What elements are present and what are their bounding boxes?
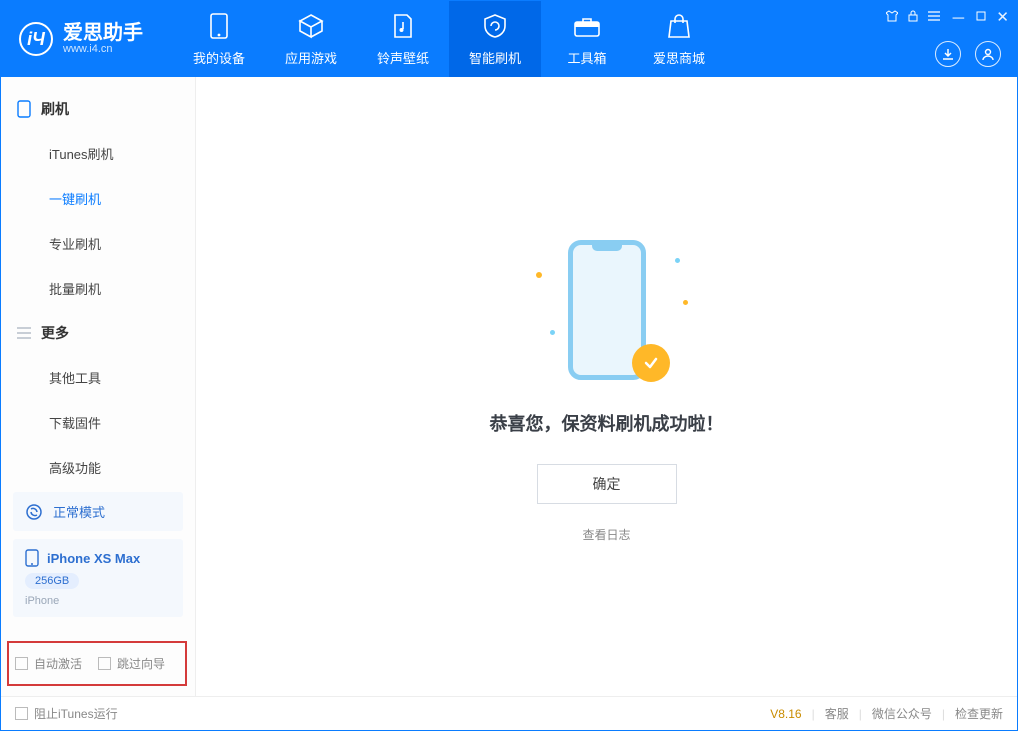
checkbox-icon	[15, 707, 28, 720]
bag-icon	[667, 12, 691, 40]
brand-site: www.i4.cn	[63, 43, 143, 55]
nav-label: 我的设备	[193, 48, 245, 67]
sidebar-item-download-firmware[interactable]: 下载固件	[39, 400, 195, 445]
success-illustration	[522, 230, 692, 390]
sidebar-section-flash[interactable]: 刷机	[1, 87, 195, 131]
minimize-button[interactable]: －	[950, 5, 966, 29]
highlight-checkbox-group: 自动激活 跳过向导	[7, 641, 187, 686]
top-nav-group: 我的设备 应用游戏 铃声壁纸 智能刷机 工具箱	[173, 1, 725, 77]
lock-icon[interactable]	[908, 10, 918, 25]
device-card[interactable]: iPhone XS Max 256GB iPhone	[13, 539, 183, 617]
header-action-buttons	[935, 41, 1001, 67]
user-button[interactable]	[975, 41, 1001, 67]
section-title: 刷机	[41, 99, 69, 119]
maximize-button[interactable]	[976, 10, 986, 24]
nav-ringtone[interactable]: 铃声壁纸	[357, 1, 449, 77]
device-name: iPhone XS Max	[47, 551, 140, 566]
nav-label: 智能刷机	[469, 48, 521, 67]
checkbox-label: 跳过向导	[117, 655, 165, 672]
sidebar: 刷机 iTunes刷机 一键刷机 专业刷机 批量刷机 更多 其他工具 下载固件 …	[1, 77, 196, 696]
sidebar-section-more[interactable]: 更多	[1, 311, 195, 355]
device-outline-icon	[17, 100, 31, 118]
checkbox-label: 阻止iTunes运行	[34, 705, 118, 722]
checkbox-icon	[98, 657, 111, 670]
nav-label: 铃声壁纸	[377, 48, 429, 67]
success-message: 恭喜您，保资料刷机成功啦！	[490, 410, 724, 436]
logo-icon: iЧ	[19, 22, 53, 56]
support-link[interactable]: 客服	[825, 705, 849, 722]
ok-button[interactable]: 确定	[537, 464, 677, 504]
sync-icon	[25, 503, 43, 521]
checkbox-stop-itunes[interactable]: 阻止iTunes运行	[15, 705, 118, 722]
nav-apps[interactable]: 应用游戏	[265, 1, 357, 77]
view-log-link[interactable]: 查看日志	[582, 526, 630, 543]
wechat-link[interactable]: 微信公众号	[872, 705, 932, 722]
logo-block[interactable]: iЧ 爱思助手 www.i4.cn	[1, 22, 173, 56]
mode-label: 正常模式	[53, 502, 105, 521]
brand-name: 爱思助手	[63, 23, 143, 43]
nav-label: 爱思商城	[653, 48, 705, 67]
sidebar-item-advanced[interactable]: 高级功能	[39, 445, 195, 478]
checkbox-auto-activate[interactable]: 自动激活	[15, 655, 82, 672]
menu-icon[interactable]	[928, 10, 940, 24]
sidebar-item-itunes-flash[interactable]: iTunes刷机	[39, 131, 195, 176]
toolbox-icon	[573, 12, 601, 40]
cube-icon	[298, 12, 324, 40]
nav-device[interactable]: 我的设备	[173, 1, 265, 77]
close-button[interactable]: ✕	[996, 8, 1009, 26]
device-capacity: 256GB	[25, 573, 79, 589]
window-controls: － ✕	[886, 5, 1009, 29]
nav-label: 工具箱	[567, 48, 606, 67]
phone-icon	[25, 549, 39, 567]
download-button[interactable]	[935, 41, 961, 67]
sidebar-item-other-tools[interactable]: 其他工具	[39, 355, 195, 400]
check-badge-icon	[632, 344, 670, 382]
footer-bar: 阻止iTunes运行 V8.16 | 客服 | 微信公众号 | 检查更新	[1, 696, 1017, 730]
list-icon	[17, 327, 31, 339]
main-content: 恭喜您，保资料刷机成功啦！ 确定 查看日志	[196, 77, 1017, 696]
device-type: iPhone	[25, 595, 171, 607]
nav-toolbox[interactable]: 工具箱	[541, 1, 633, 77]
nav-flash[interactable]: 智能刷机	[449, 1, 541, 77]
sidebar-item-batch-flash[interactable]: 批量刷机	[39, 266, 195, 311]
top-bar: iЧ 爱思助手 www.i4.cn 我的设备 应用游戏 铃声壁纸	[1, 1, 1017, 77]
checkbox-label: 自动激活	[34, 655, 82, 672]
sidebar-item-oneclick-flash[interactable]: 一键刷机	[39, 176, 195, 221]
shirt-icon[interactable]	[886, 10, 898, 25]
music-file-icon	[392, 12, 414, 40]
nav-store[interactable]: 爱思商城	[633, 1, 725, 77]
checkbox-icon	[15, 657, 28, 670]
nav-label: 应用游戏	[285, 48, 337, 67]
version-label: V8.16	[770, 707, 801, 721]
checkbox-skip-setup[interactable]: 跳过向导	[98, 655, 165, 672]
sidebar-item-pro-flash[interactable]: 专业刷机	[39, 221, 195, 266]
mode-card[interactable]: 正常模式	[13, 492, 183, 531]
device-icon	[210, 12, 228, 40]
check-update-link[interactable]: 检查更新	[955, 705, 1003, 722]
refresh-shield-icon	[482, 12, 508, 40]
section-title: 更多	[41, 323, 69, 343]
